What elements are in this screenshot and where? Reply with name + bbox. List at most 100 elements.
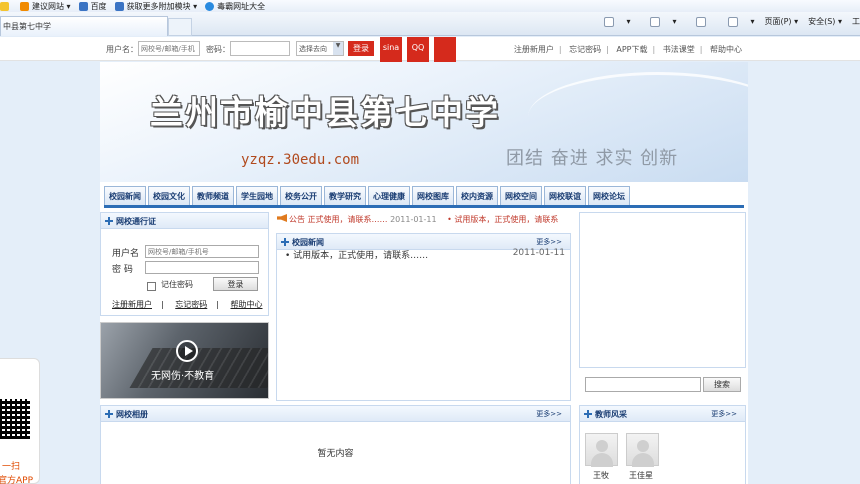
- avatar-body: [591, 453, 613, 467]
- nav-space[interactable]: 网校空间: [500, 186, 542, 205]
- teacher-avatar[interactable]: [585, 433, 618, 467]
- tools-menu[interactable]: 工: [852, 16, 860, 27]
- top-login-button[interactable]: 登录: [348, 41, 374, 56]
- album-more-link[interactable]: 更多>>: [536, 409, 562, 419]
- help-center-link[interactable]: 帮助中心: [231, 300, 263, 309]
- main-nav: 校园新闻 校园文化 教师频道 学生园地 校务公开 教学研究 心理健康 网校图库 …: [104, 186, 744, 208]
- cross-icon: [105, 410, 113, 418]
- login-panel-title: 网校通行证: [116, 217, 156, 226]
- nav-alliance[interactable]: 网校联谊: [544, 186, 586, 205]
- forgot-password-link[interactable]: 忘记密码: [569, 45, 601, 54]
- rss-icon: [650, 16, 661, 27]
- search-input[interactable]: [585, 377, 701, 392]
- suggested-sites-icon: [20, 1, 29, 11]
- username-input[interactable]: [145, 245, 259, 258]
- nav-teacher-channel[interactable]: 教师频道: [192, 186, 234, 205]
- promo-video[interactable]: 无网伤·不教育: [100, 322, 269, 399]
- favorite-label: 获取更多附加模块 ▾: [126, 1, 198, 11]
- login-links: 注册新用户 | 忘记密码 | 帮助中心: [112, 300, 263, 309]
- news-more-link[interactable]: 更多>>: [536, 237, 562, 247]
- remember-checkbox[interactable]: [147, 282, 156, 291]
- nav-student-garden[interactable]: 学生园地: [236, 186, 278, 205]
- sina-login-button[interactable]: sina: [380, 37, 402, 65]
- print-button[interactable]: ▾: [718, 16, 755, 27]
- news-item-title: • 试用版本，正式使用，请联系……: [285, 251, 429, 261]
- top-username-input[interactable]: [138, 41, 200, 56]
- home-dropdown-label: ▾: [626, 17, 631, 26]
- favorite-label: 百度: [90, 1, 107, 11]
- register-link[interactable]: 注册新用户: [514, 45, 554, 54]
- nav-campus-culture[interactable]: 校园文化: [148, 186, 190, 205]
- home-icon: [604, 16, 615, 27]
- top-username-label: 用户名：: [106, 45, 138, 54]
- register-link[interactable]: 注册新用户: [112, 300, 152, 309]
- calligraphy-link[interactable]: 书法课堂: [663, 45, 695, 54]
- campus-news-panel: 校园新闻 更多>> • 试用版本，正式使用，请联系…… 2011-01-11: [276, 233, 571, 401]
- teacher-panel: 教师风采 更多>> 王牧 王佳星: [579, 405, 746, 484]
- page-menu[interactable]: 页面(P) ▾: [764, 16, 798, 27]
- print-icon: [728, 16, 739, 27]
- news-panel-title: 校园新闻: [292, 238, 324, 247]
- cross-icon: [281, 238, 289, 246]
- nav-teaching-research[interactable]: 教学研究: [324, 186, 366, 205]
- mail-icon: [696, 16, 707, 27]
- forgot-password-link[interactable]: 忘记密码: [175, 300, 207, 309]
- teacher-name[interactable]: 王牧: [593, 470, 609, 481]
- password-label: 密 码: [112, 265, 133, 275]
- favorite-baidu[interactable]: 百度: [78, 1, 107, 12]
- nav-forum[interactable]: 网校论坛: [588, 186, 630, 205]
- remember-label: 记住密码: [161, 280, 193, 289]
- teacher-more-link[interactable]: 更多>>: [711, 409, 737, 419]
- nav-gallery[interactable]: 网校图库: [412, 186, 454, 205]
- site-top-bar: 用户名： 密码： 选择去向 ▼ 登录 sina QQ 注册新用户| 忘记密码| A…: [0, 37, 860, 65]
- favorite-suggested-sites[interactable]: 建议网站 ▾: [20, 1, 71, 12]
- teacher-name[interactable]: 王佳星: [629, 470, 653, 481]
- teacher-panel-header: 教师风采 更多>>: [580, 406, 745, 422]
- top-password-label: 密码：: [206, 45, 230, 54]
- teacher-panel-title: 教师风采: [595, 410, 627, 419]
- search-button[interactable]: 搜索: [703, 377, 741, 392]
- announcement-item[interactable]: • 试用版本，正式使用，请联系: [447, 215, 558, 224]
- help-center-link[interactable]: 帮助中心: [710, 45, 742, 54]
- favorites-star[interactable]: [0, 1, 12, 11]
- album-panel: 网校相册 更多>> 暂无内容: [100, 405, 571, 484]
- safety-menu[interactable]: 安全(S) ▾: [808, 16, 842, 27]
- login-button[interactable]: 登录: [213, 277, 258, 291]
- browser-tab-row: 中县第七中学 ▾ ▾ ▾ 页面(P) ▾ 安全(S) ▾ 工: [0, 12, 860, 36]
- browser-tab-active[interactable]: 中县第七中学: [0, 16, 168, 36]
- password-input[interactable]: [145, 261, 259, 274]
- favorite-duba[interactable]: 毒霸网址大全: [205, 1, 265, 12]
- right-ad-box: [579, 212, 746, 368]
- chevron-down-icon: ▼: [333, 42, 343, 55]
- announcement-item[interactable]: 正式使用，请联系……: [308, 215, 388, 224]
- destination-select[interactable]: 选择去向 ▼: [296, 41, 344, 56]
- album-panel-title: 网校相册: [116, 410, 148, 419]
- ie-page-icon: [114, 1, 124, 11]
- favorite-addons[interactable]: 获取更多附加模块 ▾: [114, 1, 198, 12]
- app-download-link[interactable]: APP下载: [616, 45, 647, 54]
- star-icon: [0, 1, 9, 11]
- third-party-login-button[interactable]: [434, 37, 456, 65]
- nav-resources[interactable]: 校内资源: [456, 186, 498, 205]
- list-item[interactable]: • 试用版本，正式使用，请联系…… 2011-01-11: [285, 248, 565, 261]
- page-container: 兰州市榆中县第七中学 yzqz.30edu.com 团结 奋进 求实 创新 校园…: [100, 62, 748, 484]
- feeds-button[interactable]: ▾: [640, 16, 676, 27]
- announcement-ticker: 公告 正式使用，请联系…… 2011-01-11 • 试用版本，正式使用，请联系: [277, 214, 571, 230]
- print-dropdown-label: ▾: [750, 17, 755, 26]
- nav-school-affairs[interactable]: 校务公开: [280, 186, 322, 205]
- teacher-avatar[interactable]: [626, 433, 659, 467]
- play-icon[interactable]: [176, 340, 198, 362]
- announcement-date: 2011-01-11: [390, 215, 437, 224]
- mail-button[interactable]: [686, 16, 708, 27]
- qq-login-button[interactable]: QQ: [407, 37, 429, 65]
- floating-qr-ad[interactable]: 一扫 官方APP: [0, 358, 40, 484]
- nav-campus-news[interactable]: 校园新闻: [104, 186, 146, 205]
- album-panel-header: 网校相册 更多>>: [101, 406, 570, 422]
- cross-icon: [584, 410, 592, 418]
- nav-mental-health[interactable]: 心理健康: [368, 186, 410, 205]
- top-password-input[interactable]: [230, 41, 290, 56]
- megaphone-icon: [277, 214, 287, 222]
- favorite-label: 毒霸网址大全: [217, 1, 266, 11]
- home-button[interactable]: ▾: [594, 16, 631, 27]
- new-tab-button[interactable]: [168, 18, 192, 36]
